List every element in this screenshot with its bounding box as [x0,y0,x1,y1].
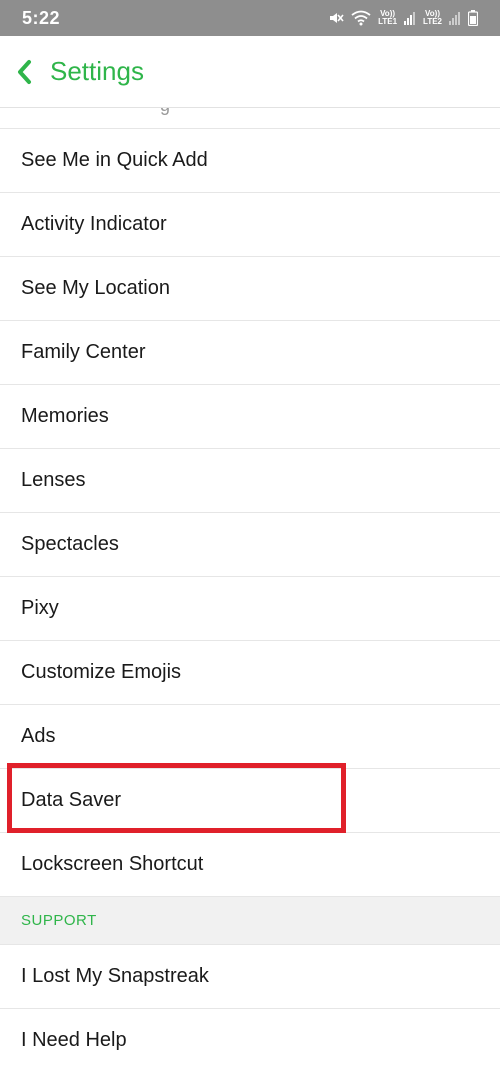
partial-list-item[interactable]: g [0,108,500,129]
settings-item-see-me-in-quick-add[interactable]: See Me in Quick Add [0,129,500,193]
settings-item-pixy[interactable]: Pixy [0,577,500,641]
mute-icon [328,10,344,26]
page-title: Settings [50,56,144,86]
settings-item-customize-emojis[interactable]: Customize Emojis [0,641,500,705]
back-button[interactable] [16,59,34,85]
wifi-icon [351,10,371,26]
settings-item-ads[interactable]: Ads [0,705,500,769]
settings-item-data-saver[interactable]: Data Saver [0,769,500,833]
settings-item-i-lost-my-snapstreak[interactable]: I Lost My Snapstreak [0,945,500,1009]
settings-header: Settings [0,36,500,108]
sim2-volte-icon: Vo)) LTE2 [423,9,442,26]
settings-item-memories[interactable]: Memories [0,385,500,449]
status-time: 5:22 [22,7,61,28]
battery-icon [468,10,478,26]
settings-item-activity-indicator[interactable]: Activity Indicator [0,193,500,257]
section-header-support: SUPPORT [0,897,500,945]
settings-item-lockscreen-shortcut[interactable]: Lockscreen Shortcut [0,833,500,897]
settings-item-family-center[interactable]: Family Center [0,321,500,385]
signal-sim2-icon [449,11,461,25]
settings-item-i-need-help[interactable]: I Need Help [0,1009,500,1072]
settings-item-lenses[interactable]: Lenses [0,449,500,513]
settings-list: g See Me in Quick Add Activity Indicator… [0,108,500,1072]
clipped-text-fragment: g [160,108,188,115]
settings-item-see-my-location[interactable]: See My Location [0,257,500,321]
signal-sim1-icon [404,11,416,25]
chevron-left-icon [16,59,34,85]
settings-item-spectacles[interactable]: Spectacles [0,513,500,577]
status-icons: Vo)) LTE1 Vo)) LTE2 [328,7,478,29]
status-bar: 5:22 Vo)) LTE1 Vo)) LTE2 [0,0,500,36]
sim1-volte-icon: Vo)) LTE1 [378,9,398,26]
screen: 5:22 Vo)) LTE1 Vo)) LTE2 Settings See Me… [0,0,500,1072]
